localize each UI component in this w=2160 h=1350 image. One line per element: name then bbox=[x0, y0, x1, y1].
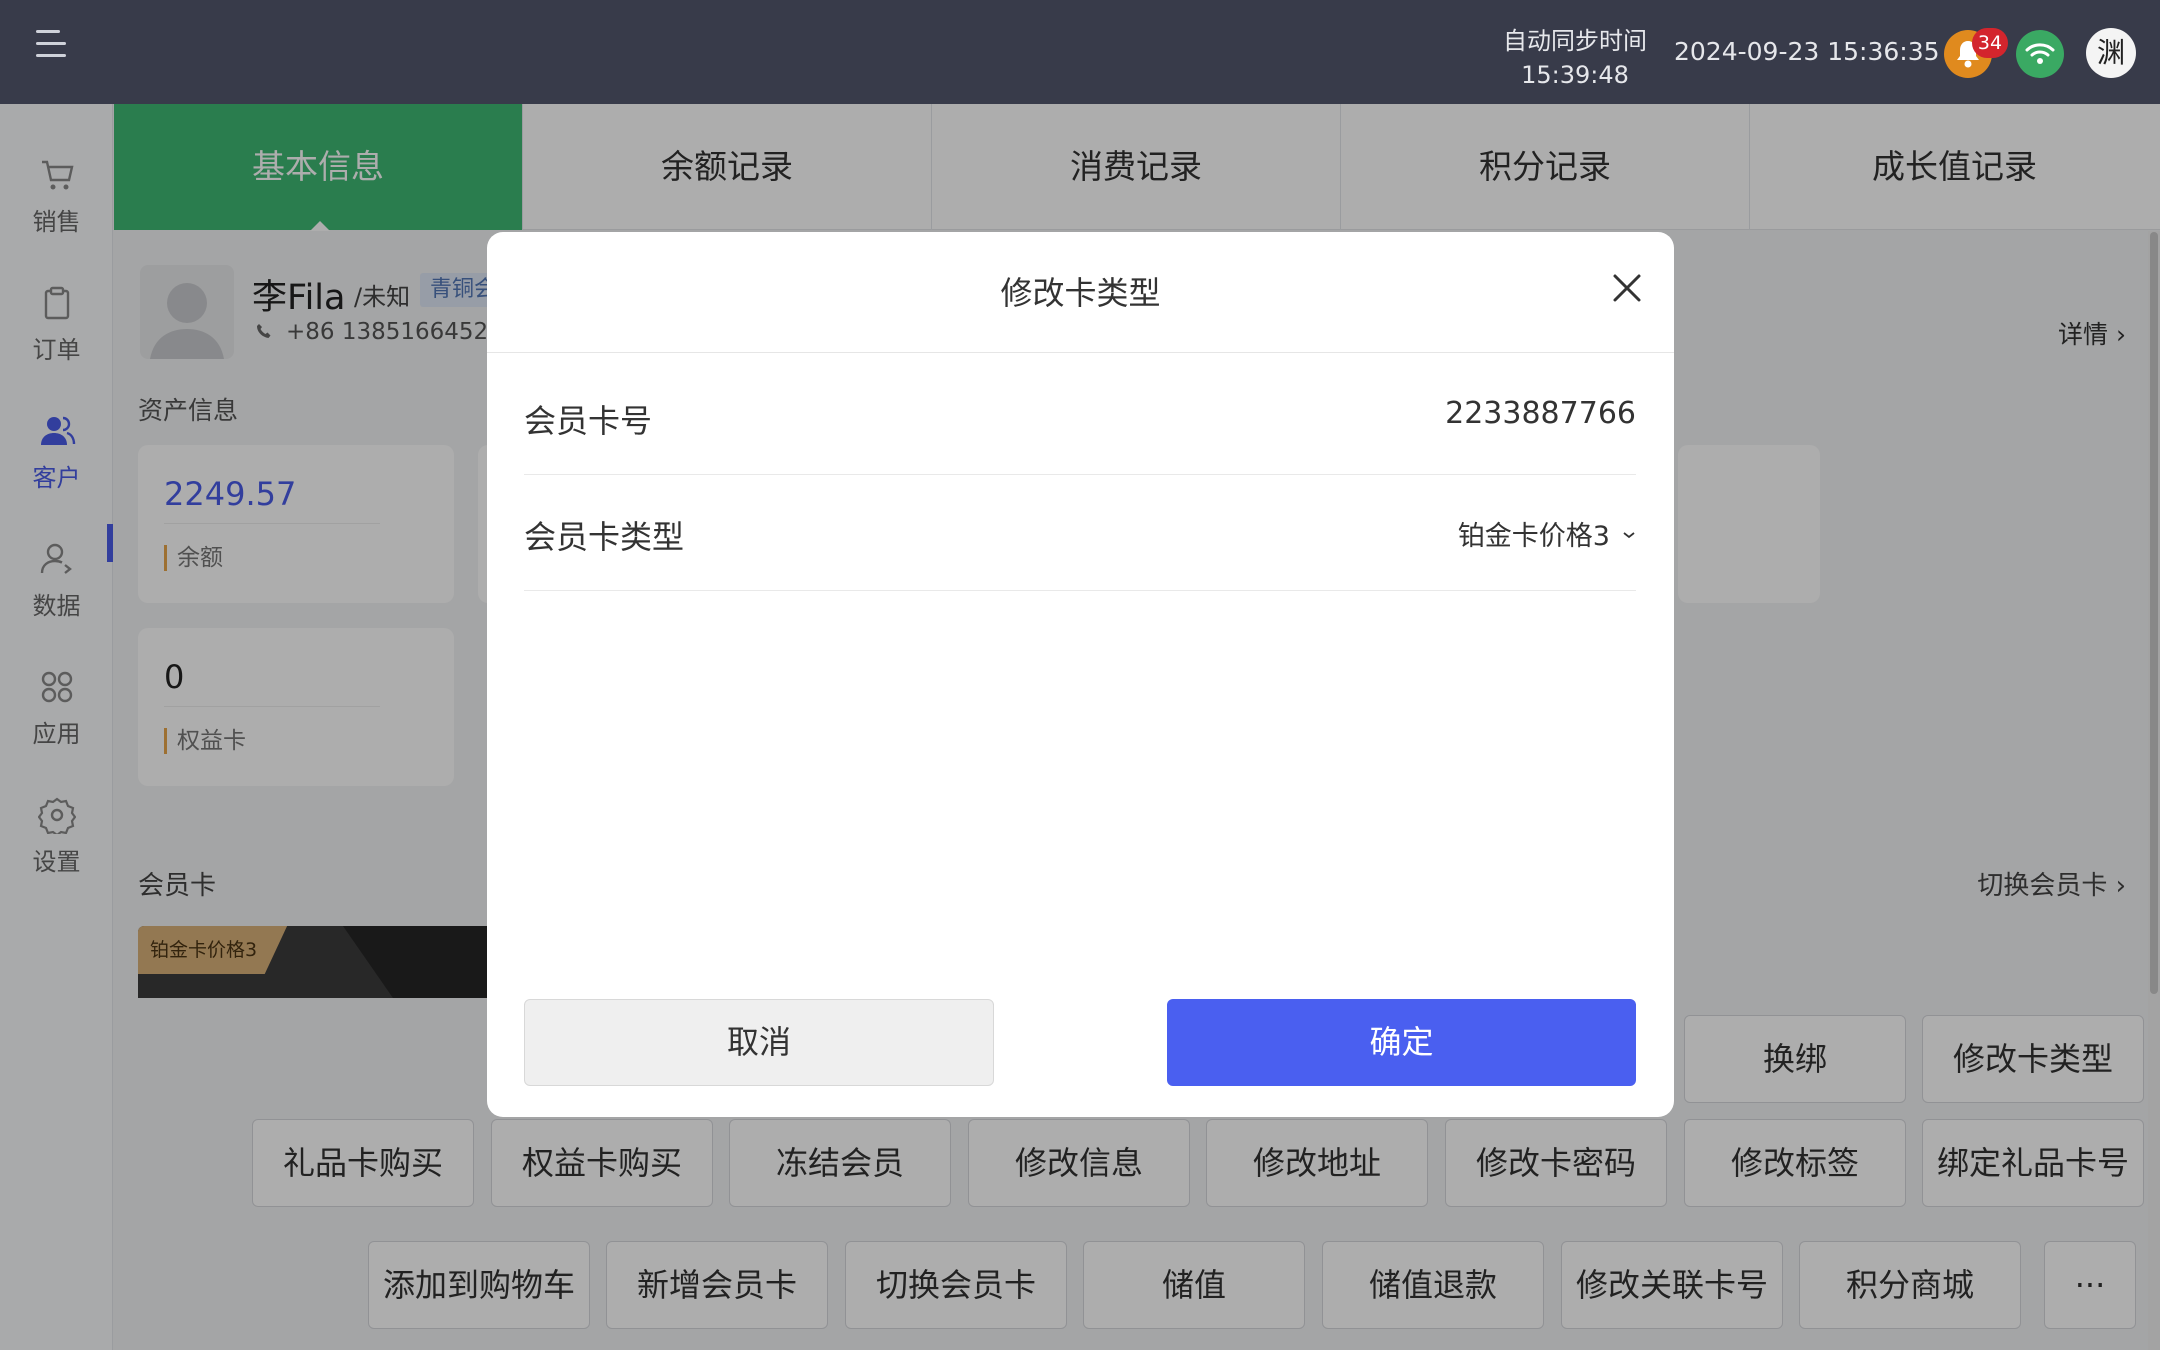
close-icon[interactable] bbox=[1607, 268, 1647, 308]
card-type-label: 会员卡类型 bbox=[524, 518, 685, 556]
user-avatar[interactable]: 渊 bbox=[2086, 28, 2136, 78]
notification-badge: 34 bbox=[1972, 28, 2008, 58]
sync-time: 15:39:48 bbox=[1521, 61, 1629, 89]
card-number-value: 2233887766 bbox=[1445, 396, 1636, 431]
dialog-title: 修改卡类型 bbox=[1000, 274, 1161, 312]
card-number-label: 会员卡号 bbox=[524, 402, 653, 440]
card-type-selected-value: 铂金卡价格3 bbox=[1457, 521, 1610, 552]
menu-icon[interactable] bbox=[36, 30, 68, 58]
card-type-select[interactable]: 铂金卡价格3 bbox=[1458, 514, 1636, 553]
wifi-icon[interactable] bbox=[2016, 30, 2064, 78]
cancel-button[interactable]: 取消 bbox=[524, 999, 994, 1086]
sync-label: 自动同步时间 bbox=[1503, 27, 1647, 55]
change-card-type-dialog: 修改卡类型 会员卡号 2233887766 会员卡类型 铂金卡价格3 取消 确定 bbox=[487, 232, 1674, 1117]
top-bar: 自动同步时间 15:39:48 2024-09-23 15:36:35 34 渊 bbox=[0, 0, 2160, 104]
current-datetime: 2024-09-23 15:36:35 bbox=[1674, 37, 1940, 66]
chevron-down-icon bbox=[1623, 532, 1635, 539]
confirm-button[interactable]: 确定 bbox=[1167, 999, 1636, 1086]
